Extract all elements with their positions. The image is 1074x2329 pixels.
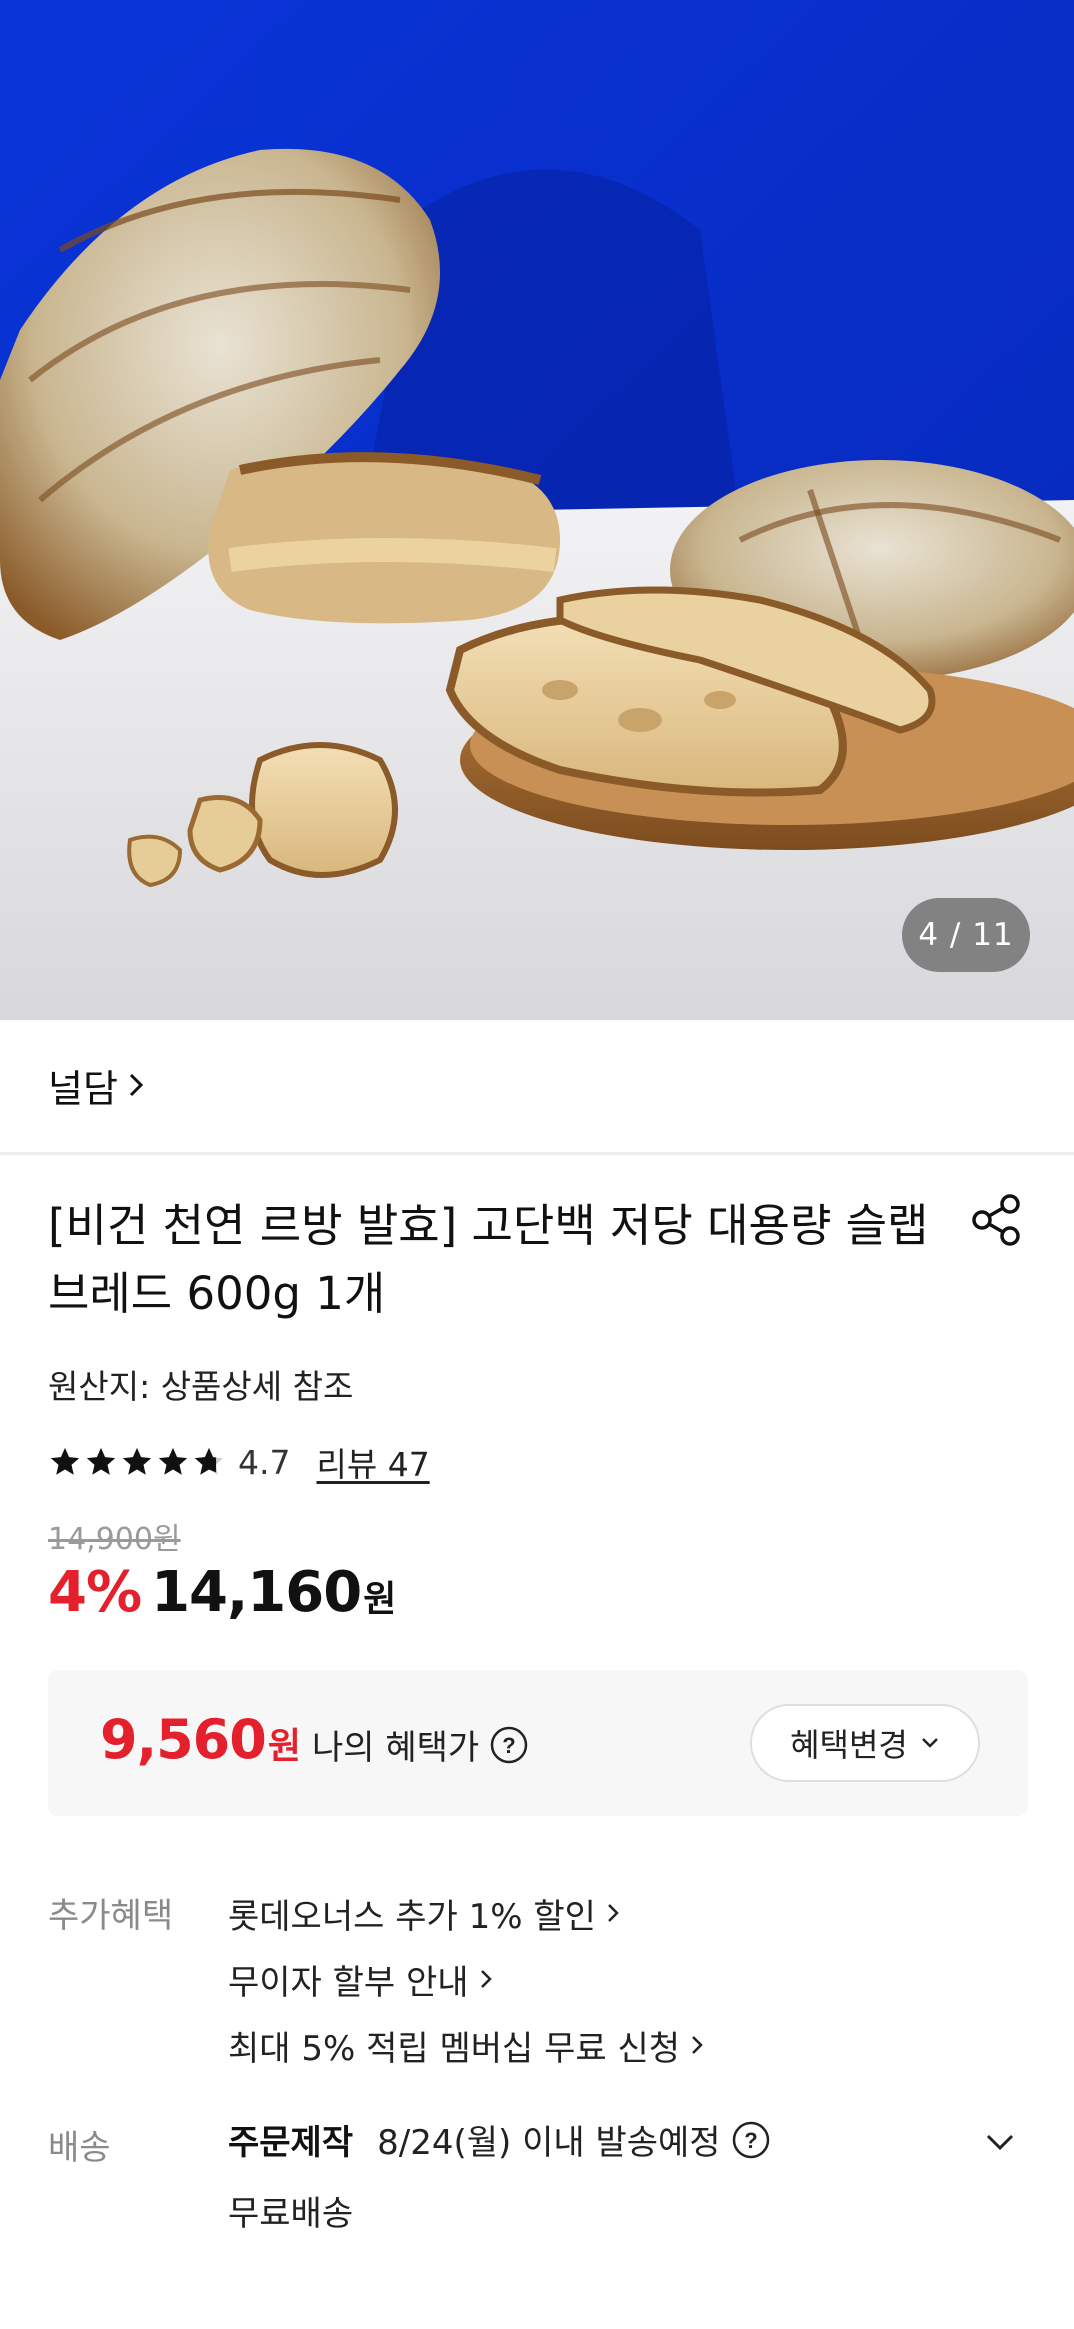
help-icon[interactable]: ? xyxy=(489,1725,529,1765)
extra-benefit-item[interactable]: 최대 5% 적립 멤버십 무료 신청 xyxy=(228,2012,704,2078)
product-photo xyxy=(0,0,1074,1020)
delivery-label: 배송 xyxy=(48,2128,111,2168)
extra-benefits-list: 롯데오너스 추가 1% 할인 무이자 할부 안내 최대 5% 적립 멤버십 무료… xyxy=(228,1880,704,2078)
review-count-link[interactable]: 리뷰 47 xyxy=(316,1438,429,1486)
chevron-right-icon xyxy=(128,1072,144,1098)
chevron-down-icon xyxy=(920,1736,940,1750)
extra-benefit-text: 최대 5% 적립 멤버십 무료 신청 xyxy=(228,2028,681,2069)
benefit-price-box: 9,560 원 나의 혜택가 ? 혜택변경 xyxy=(48,1670,1028,1816)
brand-link[interactable]: 널담 xyxy=(48,1060,144,1111)
sale-price: 14,160 xyxy=(151,1560,362,1625)
price-row: 4% 14,160 원 xyxy=(48,1560,396,1625)
product-origin: 원산지: 상품상세 참조 xyxy=(48,1367,354,1406)
extra-benefit-item[interactable]: 무이자 할부 안내 xyxy=(228,1946,704,2012)
star-icon xyxy=(122,1447,152,1475)
star-icon xyxy=(50,1447,80,1475)
svg-text:?: ? xyxy=(744,2128,757,2153)
rating-value: 4.7 xyxy=(238,1442,291,1482)
product-image-gallery[interactable]: 4 / 11 xyxy=(0,0,1074,1020)
benefit-change-label: 혜택변경 xyxy=(790,1726,908,1764)
star-icon xyxy=(86,1447,116,1475)
extra-benefit-text: 무이자 할부 안내 xyxy=(228,1962,469,2003)
brand-name: 널담 xyxy=(48,1066,118,1111)
chevron-right-icon xyxy=(690,2034,704,2056)
benefit-price-unit: 원 xyxy=(267,1726,301,1767)
benefit-price: 9,560 원 xyxy=(100,1708,301,1771)
star-half-icon xyxy=(194,1447,224,1475)
delivery-fee: 무료배송 xyxy=(228,2194,354,2234)
delivery-date: 8/24(월) 이내 발송예정 xyxy=(377,2123,721,2163)
star-icon xyxy=(158,1447,188,1475)
delivery-type: 주문제작 xyxy=(228,2123,354,2163)
discount-rate: 4% xyxy=(48,1560,142,1625)
extra-benefit-text: 롯데오너스 추가 1% 할인 xyxy=(228,1896,596,1937)
delivery-info: 주문제작 8/24(월) 이내 발송예정 ? xyxy=(228,2115,771,2164)
price-unit: 원 xyxy=(363,1579,397,1620)
star-rating xyxy=(48,1445,226,1479)
share-icon[interactable] xyxy=(968,1192,1024,1248)
rating-row: 4.7 리뷰 47 xyxy=(48,1440,430,1484)
image-page-indicator: 4 / 11 xyxy=(902,898,1030,972)
chevron-down-icon[interactable] xyxy=(980,2122,1020,2162)
section-divider xyxy=(0,1152,1074,1155)
benefit-price-value: 9,560 xyxy=(100,1708,267,1771)
help-icon[interactable]: ? xyxy=(731,2120,771,2160)
extra-benefit-item[interactable]: 롯데오너스 추가 1% 할인 xyxy=(228,1880,704,1946)
chevron-right-icon xyxy=(479,1968,493,1990)
product-title: [비건 천연 르방 발효] 고단백 저당 대용량 슬랩 브레드 600g 1개 xyxy=(48,1199,929,1320)
extra-benefits-label: 추가혜택 xyxy=(48,1896,174,1936)
original-price: 14,900원 xyxy=(48,1522,181,1557)
benefit-label: 나의 혜택가 ? xyxy=(312,1720,529,1769)
chevron-right-icon xyxy=(606,1902,620,1924)
benefit-label-text: 나의 혜택가 xyxy=(312,1728,480,1768)
benefit-change-button[interactable]: 혜택변경 xyxy=(750,1704,980,1782)
svg-text:?: ? xyxy=(502,1733,515,1758)
